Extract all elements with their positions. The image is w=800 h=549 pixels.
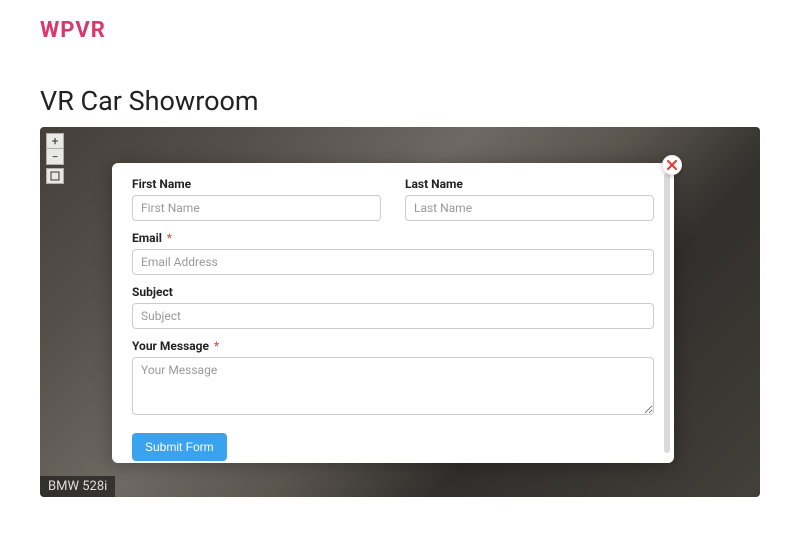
subject-input[interactable] — [132, 303, 654, 329]
submit-button[interactable]: Submit Form — [132, 433, 227, 461]
vr-viewer[interactable]: + − BMW 528i First Name — [40, 127, 760, 497]
first-name-label: First Name — [132, 177, 381, 191]
zoom-in-button[interactable]: + — [46, 133, 64, 149]
message-textarea[interactable] — [132, 357, 654, 415]
fullscreen-button[interactable] — [46, 168, 64, 184]
first-name-group: First Name — [132, 177, 381, 221]
brand-title: WPVR — [40, 18, 760, 43]
close-icon — [667, 160, 677, 170]
message-label: Your Message * — [132, 339, 654, 353]
email-input[interactable] — [132, 249, 654, 275]
zoom-out-button[interactable]: − — [46, 149, 64, 165]
email-label-text: Email — [132, 231, 162, 245]
subject-label: Subject — [132, 285, 654, 299]
modal-scrollbar[interactable] — [664, 173, 670, 453]
message-group: Your Message * — [132, 339, 654, 419]
modal-close-button[interactable] — [662, 155, 682, 175]
last-name-input[interactable] — [405, 195, 654, 221]
subject-group: Subject — [132, 285, 654, 329]
fullscreen-icon — [50, 171, 60, 181]
message-label-text: Your Message — [132, 339, 209, 353]
last-name-group: Last Name — [405, 177, 654, 221]
email-required-mark: * — [167, 231, 172, 245]
vr-controls: + − — [46, 133, 64, 184]
last-name-label: Last Name — [405, 177, 654, 191]
page-title: VR Car Showroom — [40, 85, 760, 117]
scene-caption: BMW 528i — [40, 476, 115, 497]
email-group: Email * — [132, 231, 654, 275]
message-required-mark: * — [214, 339, 219, 353]
first-name-input[interactable] — [132, 195, 381, 221]
contact-form-modal: First Name Last Name Email * Subject — [112, 163, 674, 463]
email-label: Email * — [132, 231, 654, 245]
